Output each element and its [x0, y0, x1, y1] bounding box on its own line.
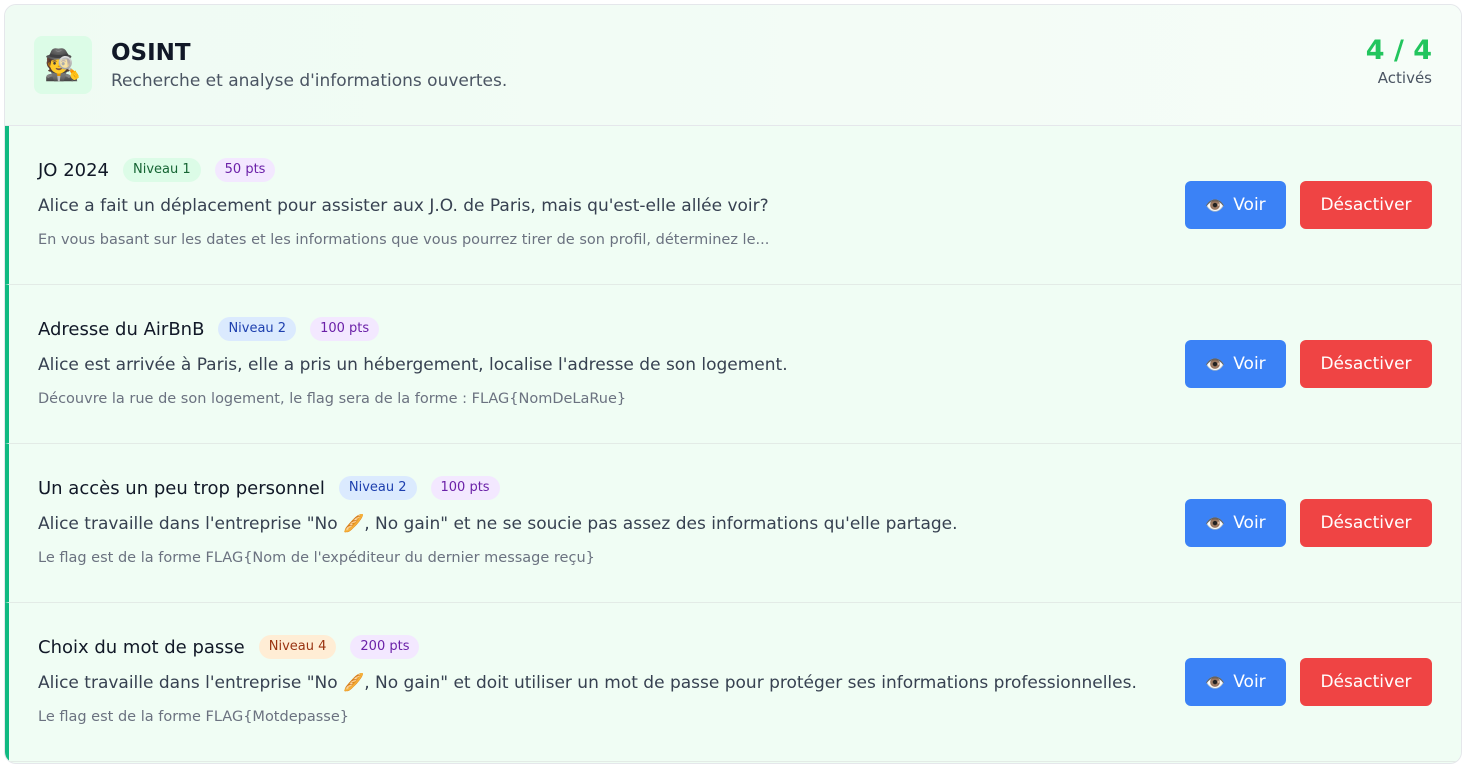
deactivate-button[interactable]: Désactiver	[1300, 499, 1432, 547]
points-badge: 50 pts	[214, 158, 276, 182]
challenge-actions: 👁️ Voir Désactiver	[1185, 499, 1432, 547]
challenge-title: JO 2024	[38, 159, 110, 181]
category-text: OSINT Recherche et analyse d'information…	[111, 39, 507, 92]
challenge-actions: 👁️ Voir Désactiver	[1185, 340, 1432, 388]
challenge-title: Adresse du AirBnB	[38, 318, 205, 340]
eye-icon: 👁️	[1205, 672, 1226, 692]
counter-value: 4 / 4	[1365, 35, 1432, 66]
view-button-label: Voir	[1233, 672, 1266, 692]
points-badge: 100 pts	[310, 317, 380, 341]
level-badge: Niveau 1	[123, 158, 201, 182]
challenge-title-row: JO 2024 Niveau 1 50 pts	[38, 156, 1161, 184]
challenge-description: Alice a fait un déplacement pour assiste…	[38, 196, 769, 216]
category-description: Recherche et analyse d'informations ouve…	[111, 70, 508, 91]
challenge-hint: Découvre la rue de son logement, le flag…	[38, 391, 627, 407]
challenge-actions: 👁️ Voir Désactiver	[1185, 181, 1432, 229]
challenge-body: JO 2024 Niveau 1 50 pts Alice a fait un …	[38, 156, 1161, 249]
category-header: 🕵 OSINT Recherche et analyse d'informati…	[5, 5, 1461, 126]
points-badge: 100 pts	[430, 476, 500, 500]
deactivate-button[interactable]: Désactiver	[1300, 181, 1432, 229]
challenge-body: Adresse du AirBnB Niveau 2 100 pts Alice…	[38, 315, 1161, 408]
view-button-label: Voir	[1233, 513, 1266, 533]
challenge-title-row: Adresse du AirBnB Niveau 2 100 pts	[38, 315, 1161, 343]
level-badge: Niveau 2	[218, 317, 297, 341]
challenge-hint: Le flag est de la forme FLAG{Nom de l'ex…	[38, 550, 595, 566]
activation-counter: 4 / 4 Activés	[1366, 35, 1432, 87]
challenge-description: Alice travaille dans l'entreprise "No 🥖,…	[38, 673, 1137, 693]
challenge-description: Alice travaille dans l'entreprise "No 🥖,…	[38, 514, 958, 534]
view-button-label: Voir	[1233, 354, 1266, 374]
detective-icon: 🕵	[34, 36, 92, 94]
challenge-description: Alice est arrivée à Paris, elle a pris u…	[38, 355, 788, 375]
counter-label: Activés	[1377, 69, 1432, 87]
challenge-title-row: Un accès un peu trop personnel Niveau 2 …	[38, 474, 1161, 502]
points-badge: 200 pts	[350, 635, 420, 659]
challenge-title: Choix du mot de passe	[38, 636, 245, 658]
eye-icon: 👁️	[1205, 513, 1226, 533]
view-button[interactable]: 👁️ Voir	[1185, 340, 1286, 388]
category-title: OSINT	[111, 39, 191, 66]
deactivate-button[interactable]: Désactiver	[1300, 340, 1432, 388]
challenge-body: Un accès un peu trop personnel Niveau 2 …	[38, 474, 1161, 567]
challenge-body: Choix du mot de passe Niveau 4 200 pts A…	[38, 633, 1161, 726]
deactivate-button[interactable]: Désactiver	[1300, 658, 1432, 706]
level-badge: Niveau 2	[338, 476, 417, 500]
challenge-row: Choix du mot de passe Niveau 4 200 pts A…	[5, 603, 1461, 762]
view-button[interactable]: 👁️ Voir	[1185, 658, 1286, 706]
eye-icon: 👁️	[1205, 195, 1226, 215]
challenge-row: Adresse du AirBnB Niveau 2 100 pts Alice…	[5, 285, 1461, 444]
challenge-hint: En vous basant sur les dates et les info…	[38, 232, 770, 248]
challenge-title-row: Choix du mot de passe Niveau 4 200 pts	[38, 633, 1161, 661]
view-button[interactable]: 👁️ Voir	[1185, 499, 1286, 547]
category-panel: 🕵 OSINT Recherche et analyse d'informati…	[4, 4, 1462, 764]
challenge-row: JO 2024 Niveau 1 50 pts Alice a fait un …	[5, 126, 1461, 285]
level-badge: Niveau 4	[258, 635, 337, 659]
challenge-title: Un accès un peu trop personnel	[38, 477, 325, 499]
view-button-label: Voir	[1233, 195, 1266, 215]
challenge-hint: Le flag est de la forme FLAG{Motdepasse}	[38, 709, 349, 725]
challenge-row: Un accès un peu trop personnel Niveau 2 …	[5, 444, 1461, 603]
view-button[interactable]: 👁️ Voir	[1185, 181, 1286, 229]
eye-icon: 👁️	[1205, 354, 1226, 374]
challenge-actions: 👁️ Voir Désactiver	[1185, 658, 1432, 706]
